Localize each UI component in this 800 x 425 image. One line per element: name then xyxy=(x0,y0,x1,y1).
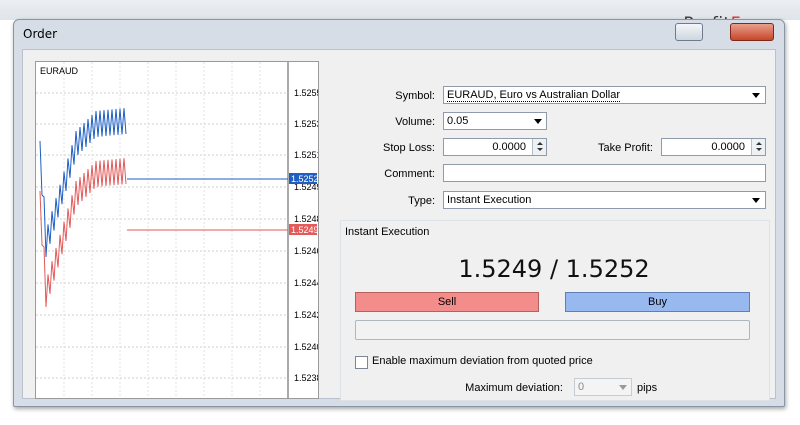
title-bar[interactable]: Order xyxy=(14,20,784,48)
ask-price-tag: 1.5252 xyxy=(291,174,318,184)
window-title: Order xyxy=(23,27,58,41)
execution-group-title: Instant Execution xyxy=(345,226,430,238)
price-tick-label: 1.5253 xyxy=(294,119,318,129)
type-select[interactable]: Instant Execution xyxy=(443,191,766,209)
chevron-down-icon xyxy=(534,119,542,124)
stop-loss-label: Stop Loss: xyxy=(383,142,435,154)
sell-button[interactable]: Sell xyxy=(355,292,539,312)
max-deviation-checkbox[interactable] xyxy=(355,356,368,369)
type-value: Instant Execution xyxy=(447,194,532,206)
max-deviation-checkbox-label[interactable]: Enable maximum deviation from quoted pri… xyxy=(372,355,593,367)
chevron-down-icon xyxy=(752,93,760,98)
order-window: Order 1.52551.52531.52511.52491.52481.52… xyxy=(13,19,785,407)
stop-loss-value: 0.0000 xyxy=(492,141,526,153)
symbol-label: Symbol: xyxy=(395,90,435,102)
tick-chart-canvas: 1.5255 1.5253 1.5251 1.52491.5248 1.5246 1.52… xyxy=(36,62,318,398)
spin-arrows-icon[interactable] xyxy=(751,139,765,155)
stop-loss-stepper[interactable]: 0.0000 xyxy=(443,138,547,156)
price-tick-label: 1.5240 xyxy=(294,342,318,352)
buy-button[interactable]: Buy xyxy=(565,292,750,312)
take-profit-stepper[interactable]: 0.0000 xyxy=(661,138,766,156)
close-button[interactable] xyxy=(730,23,774,41)
chart-symbol-label: EURAUD xyxy=(40,66,79,76)
max-deviation-label: Maximum deviation: xyxy=(465,382,563,394)
price-tick-label: 1.5255 xyxy=(294,88,318,98)
price-tick-label: 1.5246 xyxy=(294,246,318,256)
bid-ask-quote: 1.5249 / 1.5252 xyxy=(458,255,650,283)
chevron-down-icon xyxy=(752,198,760,203)
pips-label: pips xyxy=(637,382,658,394)
bid-price-tag: 1.5249 xyxy=(291,225,318,235)
price-tick-label: 1.5238 xyxy=(294,373,318,383)
bid-line xyxy=(39,158,127,308)
symbol-select-value: EURAUD, Euro vs Australian Dollar xyxy=(447,89,621,102)
comment-input[interactable] xyxy=(443,164,766,182)
volume-value: 0.05 xyxy=(447,115,469,127)
tick-chart: 1.5255 1.5253 1.5251 1.52491.5248 1.5246 1.52… xyxy=(35,61,319,399)
take-profit-label: Take Profit: xyxy=(597,142,653,154)
symbol-select[interactable]: EURAUD, Euro vs Australian Dollar xyxy=(443,86,766,104)
max-deviation-stepper: 0 xyxy=(574,378,632,396)
take-profit-value: 0.0000 xyxy=(711,141,745,153)
price-tick-label: 1.5251 xyxy=(294,150,318,160)
spin-arrows-icon[interactable] xyxy=(532,139,546,155)
execution-progress-bar xyxy=(355,320,750,340)
help-button[interactable] xyxy=(675,23,703,41)
type-label: Type: xyxy=(408,195,435,207)
chevron-down-icon xyxy=(619,385,627,390)
price-tick-label: 1.5244 xyxy=(294,278,318,288)
comment-label: Comment: xyxy=(384,168,435,180)
volume-label: Volume: xyxy=(395,116,435,128)
price-tick-label: 1.5242 xyxy=(294,310,318,320)
volume-select[interactable]: 0.05 xyxy=(443,112,547,130)
max-deviation-value: 0 xyxy=(578,381,585,393)
price-tick-label: 1.5248 xyxy=(294,214,318,224)
dialog-body: 1.5255 1.5253 1.5251 1.52491.5248 1.5246 1.52… xyxy=(22,49,776,401)
